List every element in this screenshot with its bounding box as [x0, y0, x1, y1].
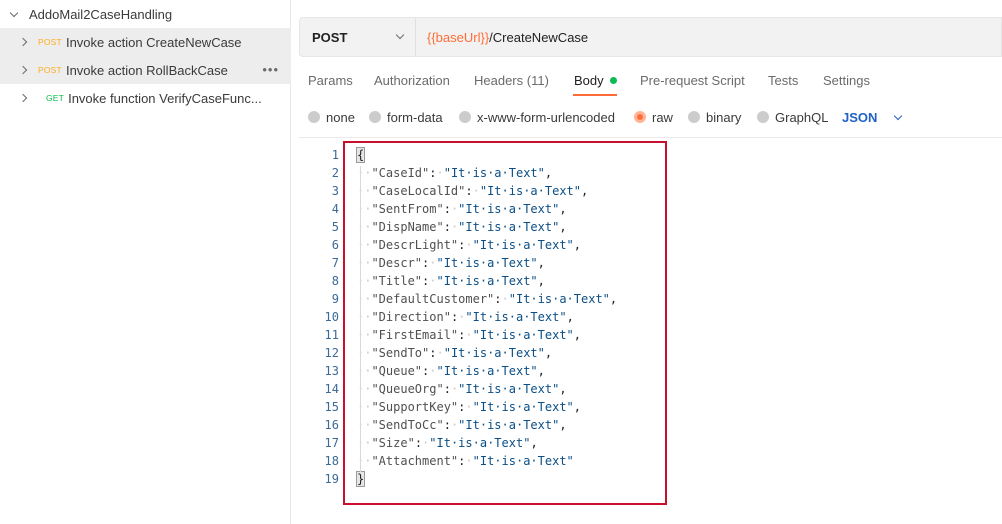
- chevron-right-icon[interactable]: [18, 65, 28, 75]
- tab-body[interactable]: Body: [574, 73, 617, 88]
- line-number: 18: [324, 454, 339, 468]
- chevron-down-icon[interactable]: [395, 30, 405, 40]
- chevron-right-icon[interactable]: [18, 37, 28, 47]
- line-number: 3: [331, 184, 339, 198]
- line-number: 10: [324, 310, 339, 324]
- tab-tests[interactable]: Tests: [768, 73, 798, 88]
- request-tabs: Params Authorization Headers (11) Body P…: [299, 67, 1002, 97]
- body-format-select[interactable]: JSON: [842, 107, 903, 127]
- line-number: 12: [324, 346, 339, 360]
- request-name: Invoke function VerifyCaseFunc...: [68, 90, 262, 106]
- option-label: binary: [706, 109, 742, 125]
- tab-params[interactable]: Params: [308, 73, 353, 88]
- body-type-none[interactable]: none: [308, 107, 355, 127]
- tab-body-label: Body: [574, 73, 604, 88]
- line-number: 9: [331, 292, 339, 306]
- line-number: 2: [331, 166, 339, 180]
- active-tab-indicator: [573, 94, 617, 96]
- method-label: POST: [312, 29, 348, 45]
- line-number: 6: [331, 238, 339, 252]
- chevron-down-icon[interactable]: [894, 111, 903, 120]
- line-number: 15: [324, 400, 339, 414]
- line-number: 7: [331, 256, 339, 270]
- request-item-verify-case-func[interactable]: GET Invoke function VerifyCaseFunc...: [0, 84, 291, 112]
- body-format-label: JSON: [842, 109, 878, 125]
- collection-item[interactable]: AddoMail2CaseHandling: [0, 0, 291, 28]
- body-type-options: none form-data x-www-form-urlencoded raw…: [299, 107, 1002, 127]
- body-type-urlencoded[interactable]: x-www-form-urlencoded: [459, 107, 615, 127]
- tab-headers[interactable]: Headers (11): [474, 73, 549, 88]
- option-label: none: [326, 109, 355, 125]
- chevron-right-icon[interactable]: [18, 93, 28, 103]
- option-label: raw: [652, 109, 673, 125]
- collection-name: AddoMail2CaseHandling: [29, 6, 173, 22]
- tab-authorization[interactable]: Authorization: [374, 73, 450, 88]
- url-variable: {{baseUrl}}: [427, 29, 490, 45]
- body-type-binary[interactable]: binary: [688, 107, 741, 127]
- method-badge: POST: [38, 65, 62, 75]
- line-number-gutter: 1 2 3 4 5 6 7 8 9 10 11 12 13 14 15 16 17 18 19: [299, 146, 339, 488]
- option-label: form-data: [387, 109, 443, 125]
- option-label: x-www-form-urlencoded: [477, 109, 615, 125]
- line-number: 8: [331, 274, 339, 288]
- option-label: GraphQL: [775, 109, 829, 125]
- body-type-form-data[interactable]: form-data: [369, 107, 443, 127]
- url-path: /CreateNewCase: [489, 29, 589, 45]
- line-number: 16: [324, 418, 339, 432]
- body-type-raw[interactable]: raw: [634, 107, 673, 127]
- chevron-down-icon[interactable]: [9, 8, 19, 17]
- request-name: Invoke action CreateNewCase: [65, 34, 242, 50]
- radio-icon[interactable]: [369, 111, 381, 123]
- body-type-graphql[interactable]: GraphQL: [757, 107, 828, 127]
- method-badge: POST: [38, 37, 62, 47]
- radio-icon[interactable]: [459, 111, 471, 123]
- line-number: 1: [331, 148, 339, 162]
- divider: [299, 137, 1002, 138]
- request-item-create-new-case[interactable]: POST Invoke action CreateNewCase: [0, 28, 291, 56]
- radio-icon[interactable]: [308, 111, 320, 123]
- radio-selected-icon[interactable]: [634, 111, 646, 123]
- sidebar: AddoMail2CaseHandling POST Invoke action…: [0, 0, 291, 524]
- line-number: 17: [324, 436, 339, 450]
- radio-icon[interactable]: [688, 111, 700, 123]
- status-dot-icon: [609, 77, 617, 84]
- url-bar: POST {{baseUrl}}/CreateNewCase: [299, 17, 1002, 57]
- radio-icon[interactable]: [757, 111, 769, 123]
- line-number: 5: [331, 220, 339, 234]
- more-options-icon[interactable]: •••: [262, 62, 279, 77]
- method-select[interactable]: POST: [300, 18, 416, 56]
- tab-settings[interactable]: Settings: [823, 73, 870, 88]
- method-badge: GET: [46, 93, 65, 103]
- line-number: 19: [324, 472, 339, 486]
- line-number: 11: [324, 328, 339, 342]
- url-input[interactable]: {{baseUrl}}/CreateNewCase: [427, 18, 588, 56]
- annotation-highlight-box: [343, 141, 667, 505]
- tab-pre-request-script[interactable]: Pre-request Script: [640, 73, 745, 88]
- line-number: 14: [324, 382, 339, 396]
- request-item-rollback-case[interactable]: POST Invoke action RollBackCase •••: [0, 56, 291, 84]
- line-number: 13: [324, 364, 339, 378]
- line-number: 4: [331, 202, 339, 216]
- request-name: Invoke action RollBackCase: [65, 62, 228, 78]
